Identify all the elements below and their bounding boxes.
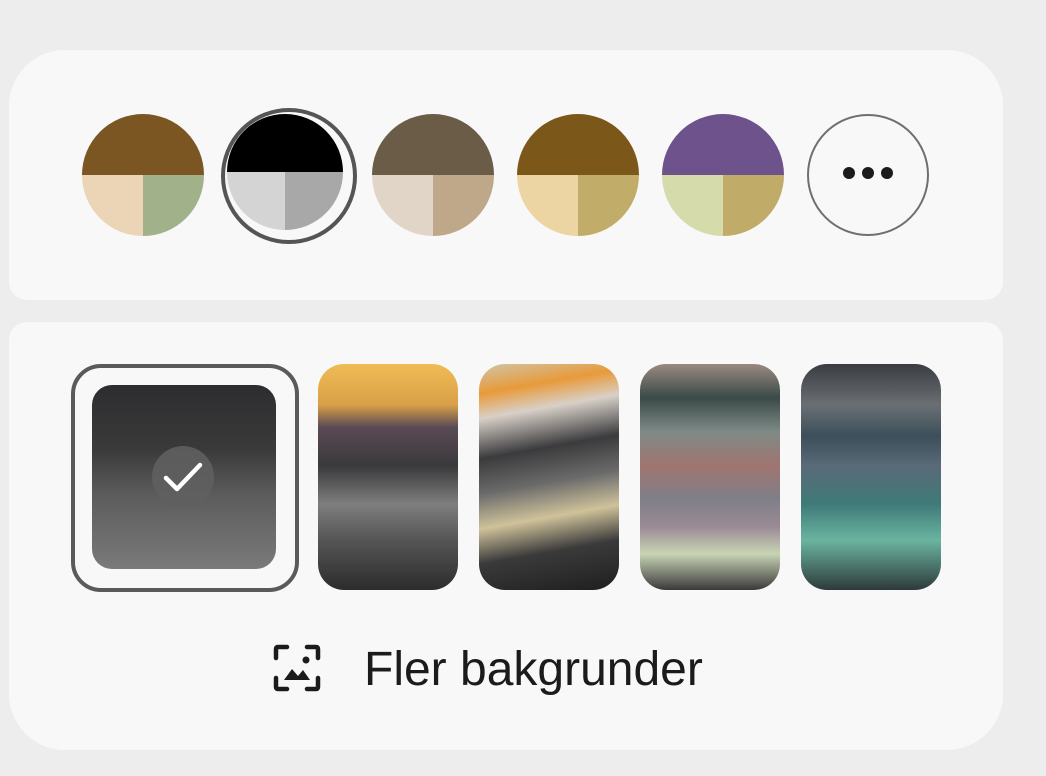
wallpaper-thumbnail-3[interactable] (479, 364, 619, 590)
more-wallpapers-button[interactable]: Fler bakgrunder (272, 642, 703, 698)
more-horizontal-icon (842, 166, 894, 185)
wallpaper-thumbnail-2[interactable] (318, 364, 458, 590)
wallpaper-thumbnail-4[interactable] (640, 364, 780, 590)
more-colors-button[interactable] (807, 114, 929, 236)
color-swatch-5[interactable] (662, 114, 784, 236)
more-wallpapers-label: Fler bakgrunder (364, 643, 703, 696)
image-frame-icon (272, 643, 322, 698)
color-swatch-3[interactable] (372, 114, 494, 236)
wallpaper-thumbnail-5[interactable] (801, 364, 941, 590)
check-icon (152, 446, 214, 508)
color-swatch-4[interactable] (517, 114, 639, 236)
color-swatch-2[interactable] (227, 114, 343, 230)
color-swatch-1[interactable] (82, 114, 204, 236)
